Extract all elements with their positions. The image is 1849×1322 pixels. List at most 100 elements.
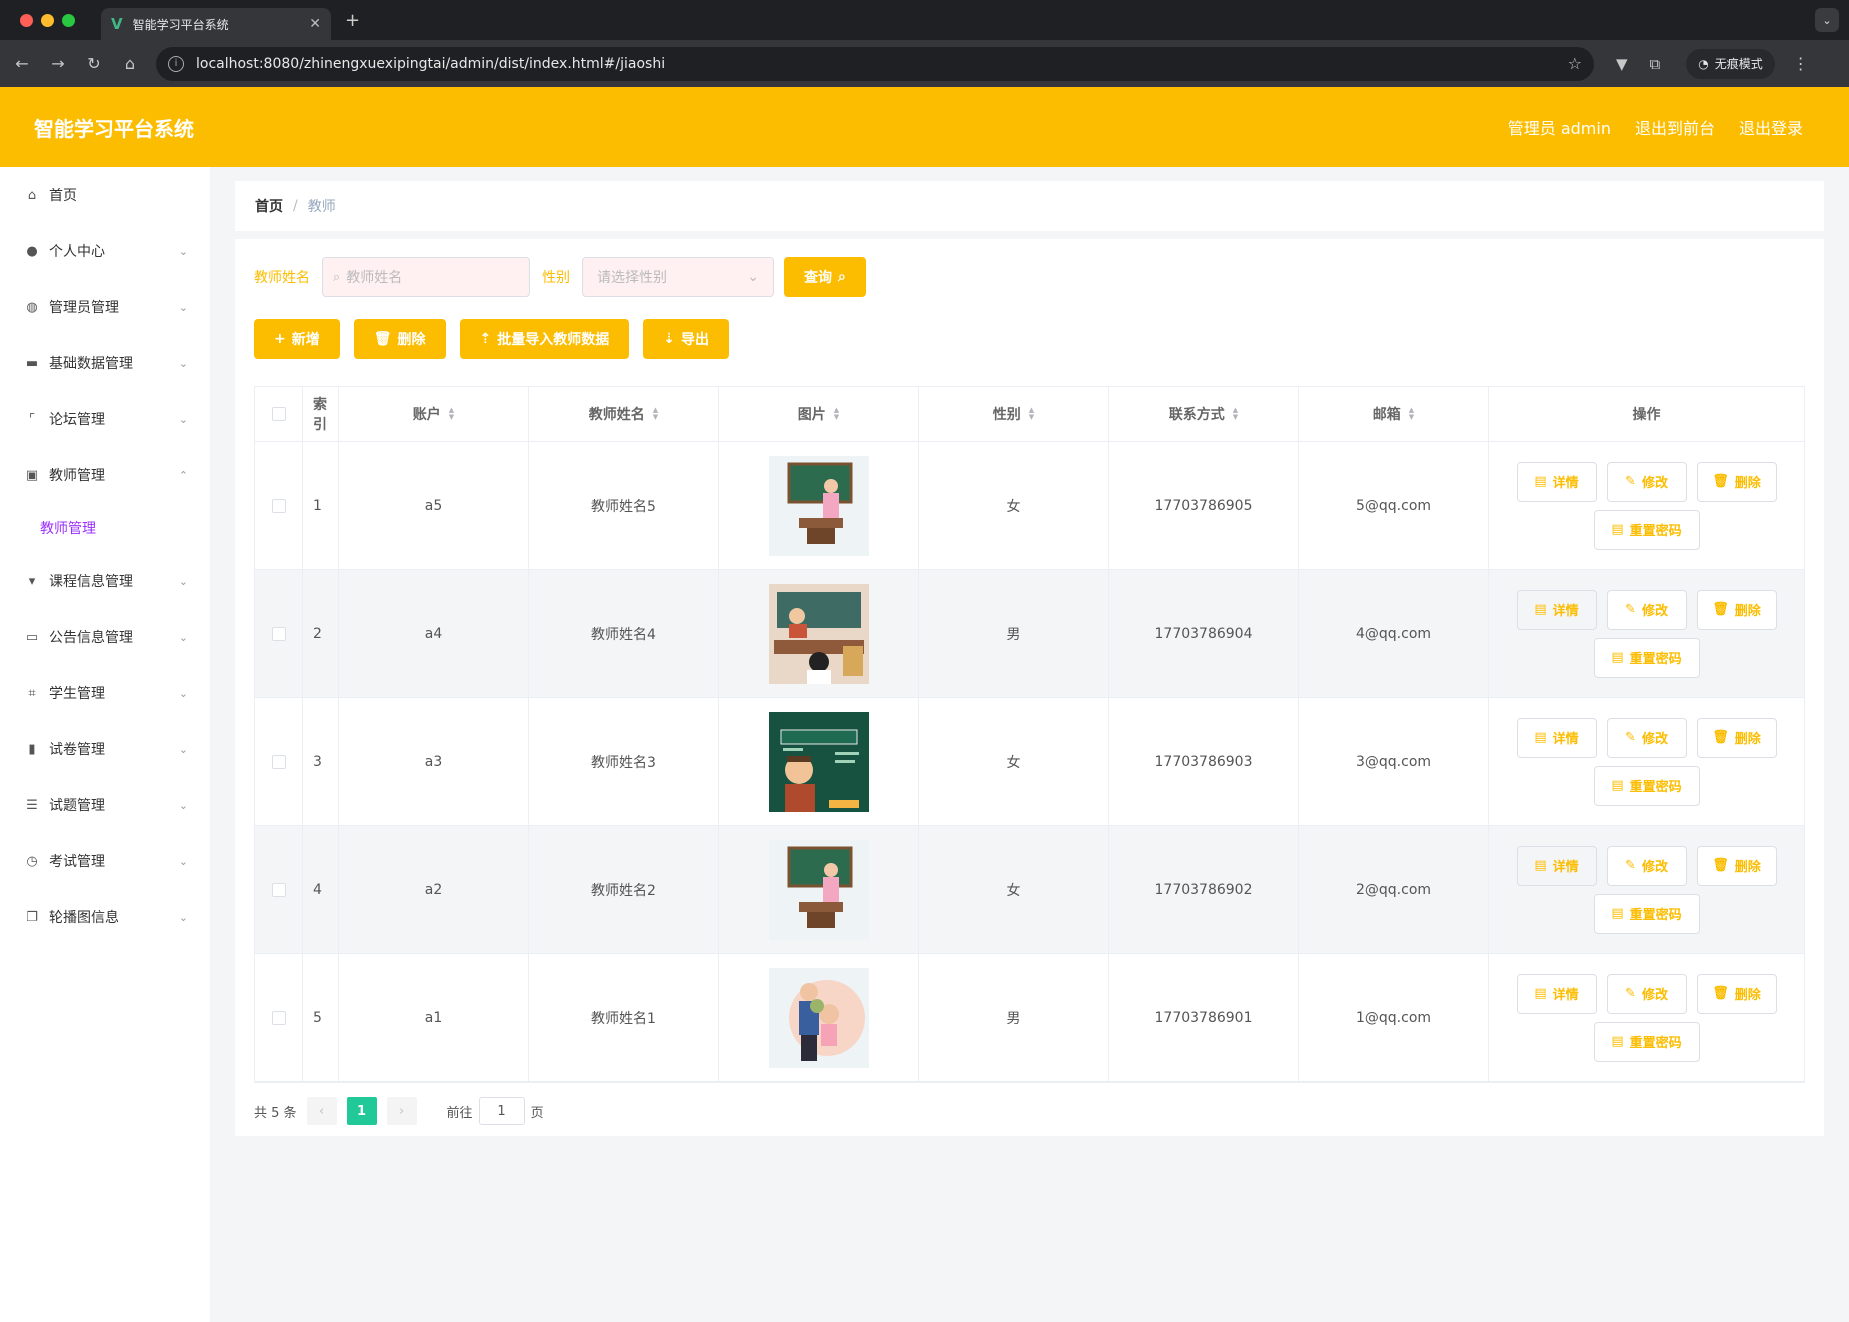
table-row: 3 a3 教师姓名3 女 17703786903 3@qq.com ▤ 详情 ✎ 修… bbox=[255, 698, 1804, 826]
back-icon[interactable]: ← bbox=[4, 54, 40, 73]
home-nav-icon[interactable]: ⌂ bbox=[112, 54, 148, 73]
edit-button[interactable]: ✎ 修改 bbox=[1606, 717, 1687, 758]
reset-password-button[interactable]: ▤ 重置密码 bbox=[1593, 893, 1700, 934]
sidebar-item-exams[interactable]: ◷ 考试管理 ⌄ bbox=[0, 833, 210, 889]
delete-button[interactable]: 🗑 删除 bbox=[1696, 461, 1777, 502]
sidebar-item-papers[interactable]: ▮ 试卷管理 ⌄ bbox=[0, 721, 210, 777]
page-number[interactable]: 1 bbox=[346, 1097, 377, 1125]
maximize-window-button[interactable] bbox=[62, 13, 75, 27]
add-button[interactable]: + 新增 bbox=[254, 319, 340, 359]
header-image[interactable]: 图片 ▲ ▼ bbox=[719, 387, 919, 441]
detail-button[interactable]: ▤ 详情 bbox=[1516, 845, 1597, 886]
row-checkbox-cell bbox=[255, 954, 303, 1081]
teacher-photo[interactable] bbox=[768, 711, 869, 812]
delete-button[interactable]: 🗑 删除 bbox=[1696, 973, 1777, 1014]
incognito-badge[interactable]: ◔ 无痕模式 bbox=[1686, 48, 1775, 79]
cell-email: 4@qq.com bbox=[1299, 570, 1489, 697]
close-tab-icon[interactable]: ✕ bbox=[309, 16, 321, 32]
export-button[interactable]: ⇣ 导出 bbox=[643, 319, 729, 359]
sidebar-item-courses[interactable]: ▾ 课程信息管理 ⌄ bbox=[0, 553, 210, 609]
sidebar-item-teachers[interactable]: ▣ 教师管理 ⌃ bbox=[0, 447, 210, 503]
new-tab-icon[interactable]: + bbox=[345, 10, 360, 31]
batch-delete-button[interactable]: 🗑 删除 bbox=[353, 319, 446, 359]
sidebar-item-notices[interactable]: ▭ 公告信息管理 ⌄ bbox=[0, 609, 210, 665]
exit-to-front-link[interactable]: 退出到前台 bbox=[1635, 115, 1715, 139]
sort-icon[interactable]: ▲ ▼ bbox=[1233, 407, 1238, 421]
reset-password-button[interactable]: ▤ 重置密码 bbox=[1593, 637, 1700, 678]
teacher-photo[interactable] bbox=[768, 583, 869, 684]
sidebar-item-students[interactable]: ⌗ 学生管理 ⌄ bbox=[0, 665, 210, 721]
delete-button[interactable]: 🗑 删除 bbox=[1696, 589, 1777, 630]
batch-import-button[interactable]: ⇡ 批量导入教师数据 bbox=[459, 319, 630, 359]
header-name[interactable]: 教师姓名 ▲ ▼ bbox=[529, 387, 719, 441]
row-checkbox[interactable] bbox=[271, 498, 286, 513]
edit-button[interactable]: ✎ 修改 bbox=[1606, 973, 1687, 1014]
delete-button[interactable]: 🗑 删除 bbox=[1696, 717, 1777, 758]
bookmark-star-icon[interactable]: ☆ bbox=[1568, 54, 1582, 73]
site-info-icon[interactable]: i bbox=[168, 55, 184, 72]
sort-icon[interactable]: ▲ ▼ bbox=[1409, 407, 1414, 421]
teacher-photo[interactable] bbox=[768, 455, 869, 556]
next-page-icon[interactable]: › bbox=[386, 1097, 417, 1125]
goto-page-input[interactable]: 1 bbox=[478, 1097, 525, 1125]
sidebar-item-home[interactable]: ⌂ 首页 bbox=[0, 167, 210, 223]
url-field[interactable]: i localhost:8080/zhinengxuexipingtai/adm… bbox=[156, 46, 1594, 81]
delete-button[interactable]: 🗑 删除 bbox=[1696, 845, 1777, 886]
vue-devtools-icon[interactable]: ▼ bbox=[1616, 55, 1628, 73]
edit-label: 修改 bbox=[1641, 860, 1668, 875]
minimize-window-button[interactable] bbox=[41, 13, 54, 27]
edit-button[interactable]: ✎ 修改 bbox=[1606, 589, 1687, 630]
header-email[interactable]: 邮箱 ▲ ▼ bbox=[1299, 387, 1489, 441]
teacher-name-input[interactable]: ⌕ 教师姓名 bbox=[322, 257, 530, 297]
row-checkbox[interactable] bbox=[271, 754, 286, 769]
browser-tab[interactable]: V 智能学习平台系统 ✕ bbox=[101, 8, 331, 40]
sort-icon[interactable]: ▲ ▼ bbox=[1029, 407, 1034, 421]
teacher-table: 索引 账户 ▲ ▼ 教师姓名 ▲ ▼ 图片 ▲ ▼ 性别 ▲ ▼ 联系方式 ▲ ▼ 邮箱 ▲ ▼ 操作 … bbox=[254, 386, 1805, 1083]
header-account[interactable]: 账户 ▲ ▼ bbox=[339, 387, 529, 441]
sort-icon[interactable]: ▲ ▼ bbox=[449, 407, 454, 421]
forward-icon[interactable]: → bbox=[40, 54, 76, 73]
reset-password-button[interactable]: ▤ 重置密码 bbox=[1593, 765, 1700, 806]
sidebar-item-carousel[interactable]: ❐ 轮播图信息 ⌄ bbox=[0, 889, 210, 945]
sidebar-item-basic-data[interactable]: ▬ 基础数据管理 ⌄ bbox=[0, 335, 210, 391]
header-phone[interactable]: 联系方式 ▲ ▼ bbox=[1109, 387, 1299, 441]
edit-button[interactable]: ✎ 修改 bbox=[1606, 845, 1687, 886]
sort-icon[interactable]: ▲ ▼ bbox=[653, 407, 658, 421]
download-icon: ⇣ bbox=[663, 331, 675, 347]
teacher-photo[interactable] bbox=[768, 839, 869, 940]
close-window-button[interactable] bbox=[20, 13, 33, 27]
edit-button[interactable]: ✎ 修改 bbox=[1606, 461, 1687, 502]
select-all-checkbox[interactable] bbox=[271, 407, 286, 421]
header-email-label: 邮箱 bbox=[1372, 407, 1401, 423]
sex-select[interactable]: 请选择性别 ⌄ bbox=[582, 257, 774, 297]
browser-menu-icon[interactable]: ⋮ bbox=[1793, 54, 1809, 73]
detail-button[interactable]: ▤ 详情 bbox=[1516, 589, 1597, 630]
chevron-down-icon: ⌄ bbox=[178, 574, 188, 588]
sidebar-item-forum[interactable]: ⌜ 论坛管理 ⌄ bbox=[0, 391, 210, 447]
tab-search-icon[interactable]: ⌄ bbox=[1815, 8, 1839, 32]
detail-button[interactable]: ▤ 详情 bbox=[1516, 717, 1597, 758]
sidebar-item-admins[interactable]: ◍ 管理员管理 ⌄ bbox=[0, 279, 210, 335]
submenu-item-teacher-management[interactable]: 教师管理 bbox=[0, 503, 210, 553]
extensions-icon[interactable]: ⧉ bbox=[1650, 55, 1661, 73]
reload-icon[interactable]: ↻ bbox=[76, 54, 112, 73]
cell-account: a3 bbox=[339, 698, 529, 825]
row-checkbox[interactable] bbox=[271, 626, 286, 641]
sidebar-item-profile[interactable]: ● 个人中心 ⌄ bbox=[0, 223, 210, 279]
row-checkbox[interactable] bbox=[271, 1010, 286, 1025]
reset-password-button[interactable]: ▤ 重置密码 bbox=[1593, 509, 1700, 550]
header-sex[interactable]: 性别 ▲ ▼ bbox=[919, 387, 1109, 441]
breadcrumb-home[interactable]: 首页 bbox=[255, 196, 283, 216]
sidebar-item-questions[interactable]: ☰ 试题管理 ⌄ bbox=[0, 777, 210, 833]
breadcrumb-current: 教师 bbox=[307, 199, 336, 215]
detail-button[interactable]: ▤ 详情 bbox=[1516, 461, 1597, 502]
prev-page-icon[interactable]: ‹ bbox=[306, 1097, 337, 1125]
reset-password-button[interactable]: ▤ 重置密码 bbox=[1593, 1021, 1700, 1062]
sidebar-item-label: 试卷管理 bbox=[49, 742, 105, 758]
teacher-photo[interactable] bbox=[768, 967, 869, 1068]
row-checkbox[interactable] bbox=[271, 882, 286, 897]
sort-icon[interactable]: ▲ ▼ bbox=[834, 407, 839, 421]
detail-button[interactable]: ▤ 详情 bbox=[1516, 973, 1597, 1014]
logout-link[interactable]: 退出登录 bbox=[1739, 115, 1803, 139]
query-button[interactable]: 查询 ⌕ bbox=[784, 257, 866, 297]
